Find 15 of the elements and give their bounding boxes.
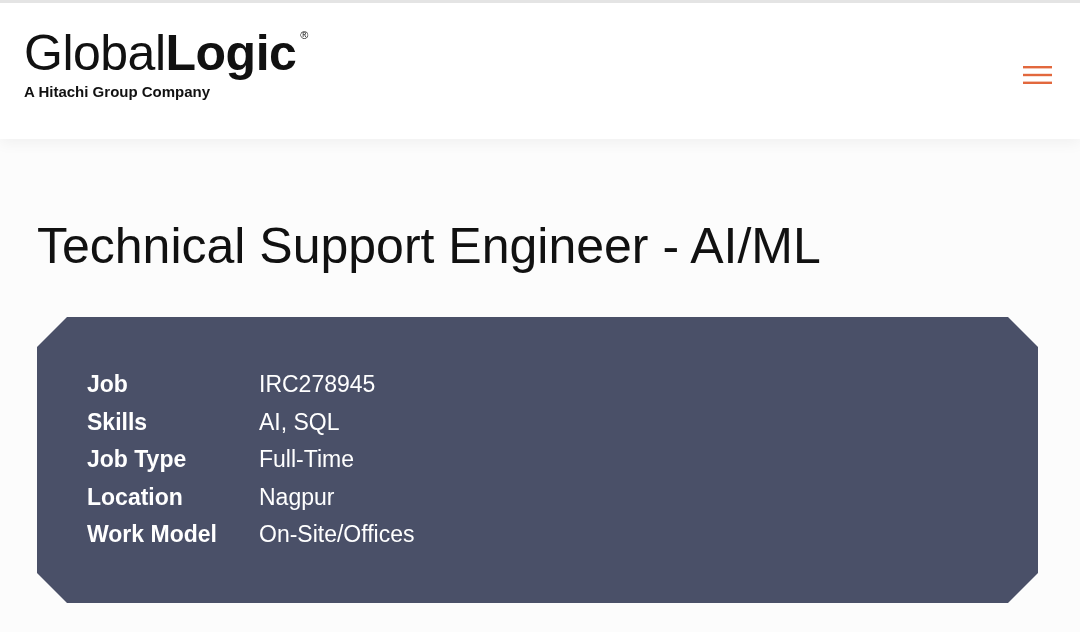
logo-wordmark: GlobalLogic$^{®}$ (24, 28, 308, 78)
detail-label: Work Model (87, 520, 218, 549)
menu-button[interactable] (1021, 64, 1054, 86)
detail-value: On-Site/Offices (259, 520, 415, 549)
detail-label: Job Type (87, 445, 188, 474)
detail-label: Location (87, 482, 184, 512)
menu-icon (1023, 66, 1052, 84)
detail-value: Nagpur (259, 482, 335, 512)
detail-label: Skills (87, 407, 149, 437)
detail-value: Full-Time (259, 445, 354, 474)
detail-value: AI, SQL (259, 407, 340, 437)
job-title: Technical Support Engineer - AI/ML (37, 217, 822, 276)
logo-tagline: A Hitachi Group Company (24, 84, 212, 99)
detail-value: IRC278945 (259, 370, 376, 399)
detail-label: Job (87, 370, 129, 399)
